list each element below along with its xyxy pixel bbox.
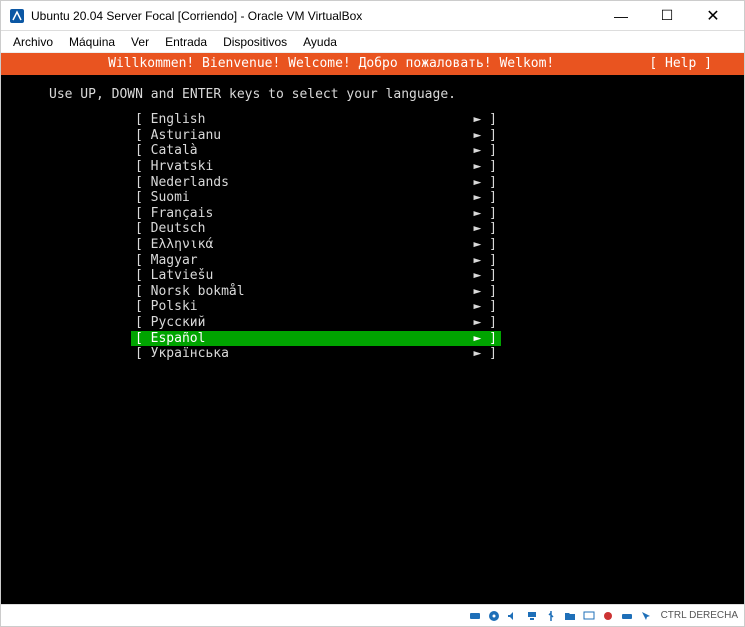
language-name: Latviešu — [151, 268, 474, 284]
virtualbox-window: Ubuntu 20.04 Server Focal [Corriendo] - … — [0, 0, 745, 627]
language-name: Español — [151, 331, 474, 347]
window-titlebar: Ubuntu 20.04 Server Focal [Corriendo] - … — [1, 1, 744, 31]
installer-banner: Willkommen! Bienvenue! Welcome! Добро по… — [1, 53, 744, 75]
language-name: Asturianu — [151, 128, 474, 144]
language-option[interactable]: [ Polski► ] — [131, 299, 501, 315]
language-name: Nederlands — [151, 175, 474, 191]
installer-body: Use UP, DOWN and ENTER keys to select yo… — [1, 75, 744, 374]
menubar: Archivo Máquina Ver Entrada Dispositivos… — [1, 31, 744, 53]
chevron-right-icon: ► ] — [474, 221, 497, 237]
chevron-right-icon: ► ] — [474, 346, 497, 362]
vm-console[interactable]: Willkommen! Bienvenue! Welcome! Добро по… — [1, 53, 744, 604]
close-button[interactable]: ✕ — [690, 1, 736, 31]
chevron-right-icon: ► ] — [474, 112, 497, 128]
language-name: Norsk bokmål — [151, 284, 474, 300]
language-option[interactable]: [ Latviešu► ] — [131, 268, 501, 284]
chevron-right-icon: ► ] — [474, 237, 497, 253]
chevron-right-icon: ► ] — [474, 159, 497, 175]
language-name: Deutsch — [151, 221, 474, 237]
audio-icon[interactable] — [505, 608, 521, 624]
chevron-right-icon: ► ] — [474, 299, 497, 315]
virtualbox-icon — [9, 8, 25, 24]
chevron-right-icon: ► ] — [474, 284, 497, 300]
language-name: Suomi — [151, 190, 474, 206]
chevron-right-icon: ► ] — [474, 253, 497, 269]
chevron-right-icon: ► ] — [474, 315, 497, 331]
language-name: English — [151, 112, 474, 128]
language-option[interactable]: [ Norsk bokmål► ] — [131, 284, 501, 300]
menu-archivo[interactable]: Archivo — [5, 33, 61, 51]
language-option[interactable]: [ English► ] — [131, 112, 501, 128]
menu-ayuda[interactable]: Ayuda — [295, 33, 345, 51]
language-option[interactable]: [ Français► ] — [131, 206, 501, 222]
language-option[interactable]: [ Magyar► ] — [131, 253, 501, 269]
language-option[interactable]: [ Українська► ] — [131, 346, 501, 362]
language-option[interactable]: [ Suomi► ] — [131, 190, 501, 206]
language-option[interactable]: [ Català► ] — [131, 143, 501, 159]
language-name: Hrvatski — [151, 159, 474, 175]
menu-entrada[interactable]: Entrada — [157, 33, 215, 51]
maximize-button[interactable]: ☐ — [644, 1, 690, 31]
chevron-right-icon: ► ] — [474, 331, 497, 347]
mouse-icon[interactable] — [638, 608, 654, 624]
window-title: Ubuntu 20.04 Server Focal [Corriendo] - … — [31, 9, 598, 23]
language-option[interactable]: [ Nederlands► ] — [131, 175, 501, 191]
language-option[interactable]: [ Hrvatski► ] — [131, 159, 501, 175]
language-option[interactable]: [ Deutsch► ] — [131, 221, 501, 237]
language-name: Polski — [151, 299, 474, 315]
chevron-right-icon: ► ] — [474, 143, 497, 159]
language-option[interactable]: [ Ελληνικά► ] — [131, 237, 501, 253]
disk-icon[interactable] — [467, 608, 483, 624]
menu-maquina[interactable]: Máquina — [61, 33, 123, 51]
help-button[interactable]: [ Help ] — [649, 56, 732, 72]
language-name: Magyar — [151, 253, 474, 269]
chevron-right-icon: ► ] — [474, 268, 497, 284]
language-option[interactable]: [ Русский► ] — [131, 315, 501, 331]
chevron-right-icon: ► ] — [474, 175, 497, 191]
network-icon[interactable] — [524, 608, 540, 624]
optical-icon[interactable] — [486, 608, 502, 624]
language-name: Català — [151, 143, 474, 159]
menu-dispositivos[interactable]: Dispositivos — [215, 33, 295, 51]
statusbar: CTRL DERECHA — [1, 604, 744, 626]
chevron-right-icon: ► ] — [474, 190, 497, 206]
menu-ver[interactable]: Ver — [123, 33, 157, 51]
language-name: Українська — [151, 346, 474, 362]
language-name: Русский — [151, 315, 474, 331]
language-name: Ελληνικά — [151, 237, 474, 253]
language-option[interactable]: [ Español► ] — [131, 331, 501, 347]
chevron-right-icon: ► ] — [474, 128, 497, 144]
language-name: Français — [151, 206, 474, 222]
chevron-right-icon: ► ] — [474, 206, 497, 222]
recording-icon[interactable] — [600, 608, 616, 624]
keyboard-icon[interactable] — [619, 608, 635, 624]
shared-folder-icon[interactable] — [562, 608, 578, 624]
welcome-text: Willkommen! Bienvenue! Welcome! Добро по… — [13, 56, 649, 72]
usb-icon[interactable] — [543, 608, 559, 624]
language-option[interactable]: [ Asturianu► ] — [131, 128, 501, 144]
language-list: [ English► ][ Asturianu► ][ Català► ][ H… — [131, 112, 501, 362]
minimize-button[interactable]: — — [598, 1, 644, 31]
host-key-label: CTRL DERECHA — [661, 610, 738, 621]
display-icon[interactable] — [581, 608, 597, 624]
instruction-text: Use UP, DOWN and ENTER keys to select yo… — [49, 87, 716, 103]
